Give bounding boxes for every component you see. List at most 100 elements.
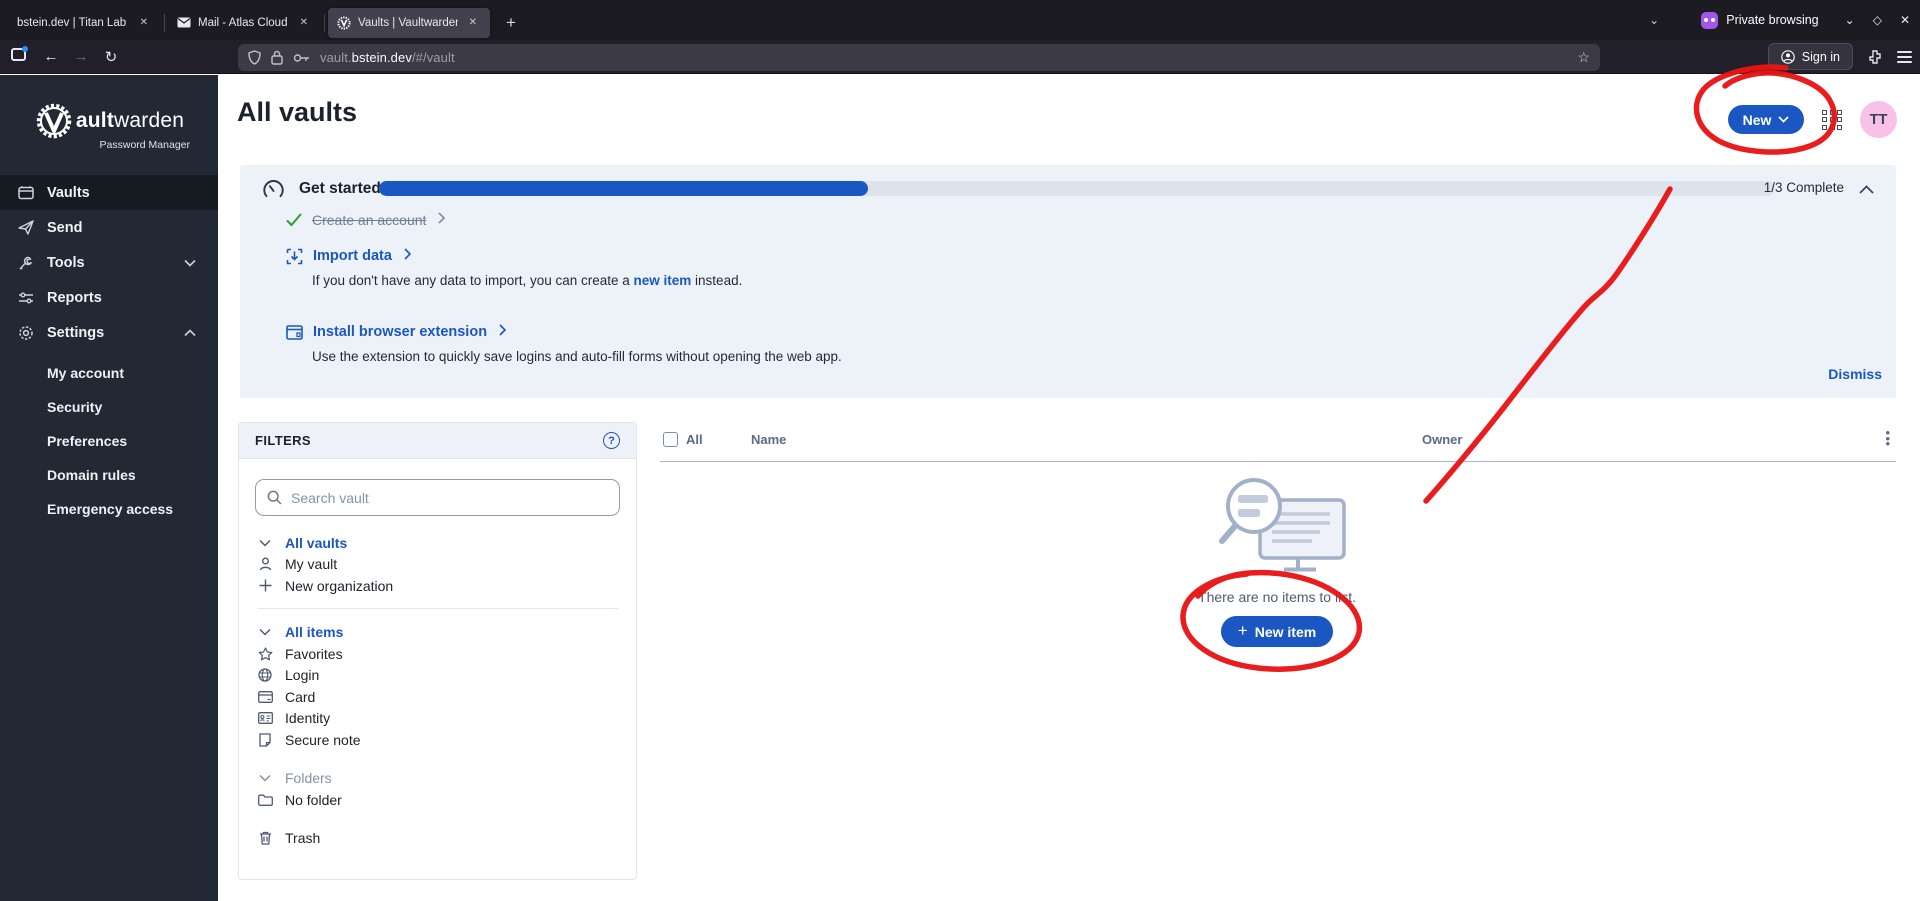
sidebar-item-reports[interactable]: Reports (0, 280, 218, 315)
tab-titan-lab[interactable]: bstein.dev | Titan Lab ✕ (8, 8, 161, 38)
avatar-initials: TT (1870, 112, 1888, 128)
sidebar-item-domain-rules[interactable]: Domain rules (0, 458, 218, 492)
filter-all-items[interactable]: All items (257, 622, 636, 644)
sidebar-item-send[interactable]: Send (0, 210, 218, 245)
tab-vaultwarden[interactable]: Vaults | Vaultwarden Web ✕ (328, 8, 490, 38)
filter-folders-header[interactable]: Folders (257, 768, 636, 790)
column-owner[interactable]: Owner (1422, 432, 1462, 447)
new-tab-button[interactable]: + (498, 13, 524, 33)
search-input[interactable] (291, 490, 608, 506)
new-item-link[interactable]: new item (634, 273, 692, 288)
signin-button[interactable]: Sign in (1768, 43, 1853, 70)
search-vault-box (255, 479, 620, 516)
key-icon[interactable] (293, 53, 310, 63)
bookmark-star-icon[interactable]: ☆ (1577, 49, 1590, 66)
select-all-label: All (686, 432, 703, 447)
filter-favorites[interactable]: Favorites (257, 643, 636, 665)
globe-icon (257, 668, 273, 682)
menu-icon[interactable] (1897, 48, 1912, 66)
new-button[interactable]: New (1728, 105, 1804, 134)
tools-icon (18, 255, 35, 271)
table-options-icon[interactable]: ••• (1885, 430, 1890, 447)
browser-extension-icon (286, 325, 303, 340)
chevron-down-icon (1778, 116, 1789, 123)
step-install-extension[interactable]: Install browser extension (286, 323, 506, 341)
progress-bar (379, 181, 1775, 196)
window-close-icon[interactable]: ✕ (1900, 13, 1910, 27)
back-icon[interactable]: ← (36, 48, 66, 65)
chevron-down-icon[interactable] (257, 774, 273, 782)
apps-grid-icon[interactable] (1822, 110, 1842, 130)
sidebar-item-settings[interactable]: Settings (0, 315, 218, 350)
filter-new-organization[interactable]: New organization (257, 575, 636, 597)
firefox-view-icon[interactable] (11, 48, 26, 61)
new-item-label: New item (1255, 624, 1316, 640)
filter-label: My vault (285, 556, 337, 572)
shield-icon[interactable] (248, 50, 261, 65)
sidebar-subitem-label: Domain rules (47, 467, 136, 483)
url-bar[interactable]: vault.bstein.dev/#/vault ☆ (238, 44, 1600, 71)
tab-close-icon[interactable]: ✕ (465, 15, 481, 30)
tab-separator (164, 14, 165, 32)
filter-label: Trash (285, 830, 320, 846)
sidebar-item-emergency-access[interactable]: Emergency access (0, 492, 218, 526)
vaultwarden-gear-icon (34, 101, 74, 141)
sidebar-item-my-account[interactable]: My account (0, 356, 218, 390)
collapse-banner-icon[interactable] (1859, 181, 1874, 199)
filter-label: Favorites (285, 646, 343, 662)
chevron-down-icon[interactable] (257, 539, 273, 547)
lock-icon[interactable] (271, 50, 283, 65)
tab-mail[interactable]: Mail - Atlas Cloud ✕ (168, 8, 321, 38)
tab-title: Vaults | Vaultwarden Web (358, 17, 458, 29)
private-mask-icon (1701, 12, 1718, 29)
sidebar-subitem-label: Security (47, 399, 102, 415)
window-maximize-icon[interactable]: ◇ (1873, 13, 1882, 27)
select-all-checkbox[interactable] (663, 432, 678, 447)
filters-divider (257, 608, 618, 609)
column-name[interactable]: Name (751, 432, 786, 447)
sidebar-item-vaults[interactable]: Vaults (0, 175, 218, 210)
empty-search-illustration (1202, 478, 1352, 574)
extensions-icon[interactable] (1867, 49, 1883, 65)
sidebar-item-preferences[interactable]: Preferences (0, 424, 218, 458)
step-import-data[interactable]: Import data (286, 247, 411, 265)
sidebar-item-security[interactable]: Security (0, 390, 218, 424)
dismiss-link[interactable]: Dismiss (1828, 366, 1882, 382)
filter-no-folder[interactable]: No folder (257, 789, 636, 811)
tab-close-icon[interactable]: ✕ (136, 15, 152, 30)
items-table-header: All Name Owner ••• (660, 430, 1896, 454)
step-create-account[interactable]: Create an account (286, 211, 445, 229)
sidebar-item-label: Tools (47, 255, 85, 271)
sidebar-item-label: Settings (47, 325, 104, 341)
new-item-button[interactable]: + New item (1221, 616, 1333, 647)
folder-icon (257, 794, 273, 806)
filter-all-vaults[interactable]: All vaults (257, 532, 636, 554)
sidebar-item-label: Send (47, 220, 82, 236)
gear-icon (18, 325, 35, 341)
tab-close-icon[interactable]: ✕ (296, 15, 312, 30)
chevron-down-icon[interactable] (257, 628, 273, 636)
filter-trash[interactable]: Trash (257, 828, 636, 850)
step-label: Install browser extension (313, 324, 487, 340)
card-icon (257, 691, 273, 703)
window-minimize-icon[interactable]: ⌄ (1845, 13, 1855, 27)
filter-login[interactable]: Login (257, 665, 636, 687)
filter-identity[interactable]: Identity (257, 708, 636, 730)
filter-my-vault[interactable]: My vault (257, 554, 636, 576)
avatar[interactable]: TT (1860, 101, 1897, 138)
import-icon (286, 248, 303, 265)
filter-secure-note[interactable]: Secure note (257, 729, 636, 751)
chevron-right-icon (404, 247, 411, 265)
list-all-tabs-icon[interactable]: ⌄ (1649, 13, 1659, 27)
help-icon[interactable]: ? (603, 432, 620, 449)
filter-card[interactable]: Card (257, 686, 636, 708)
chevron-right-icon (438, 211, 445, 229)
filter-label: All vaults (285, 535, 347, 551)
reload-icon[interactable]: ↻ (96, 48, 126, 66)
filter-label: All items (285, 624, 343, 640)
forward-icon[interactable]: → (66, 48, 96, 65)
filters-panel: FILTERS ? All vaults My vault New organi… (238, 422, 637, 880)
step-import-description: If you don't have any data to import, yo… (312, 273, 742, 288)
url-text: vault.bstein.dev/#/vault (320, 50, 455, 65)
sidebar-item-tools[interactable]: Tools (0, 245, 218, 280)
